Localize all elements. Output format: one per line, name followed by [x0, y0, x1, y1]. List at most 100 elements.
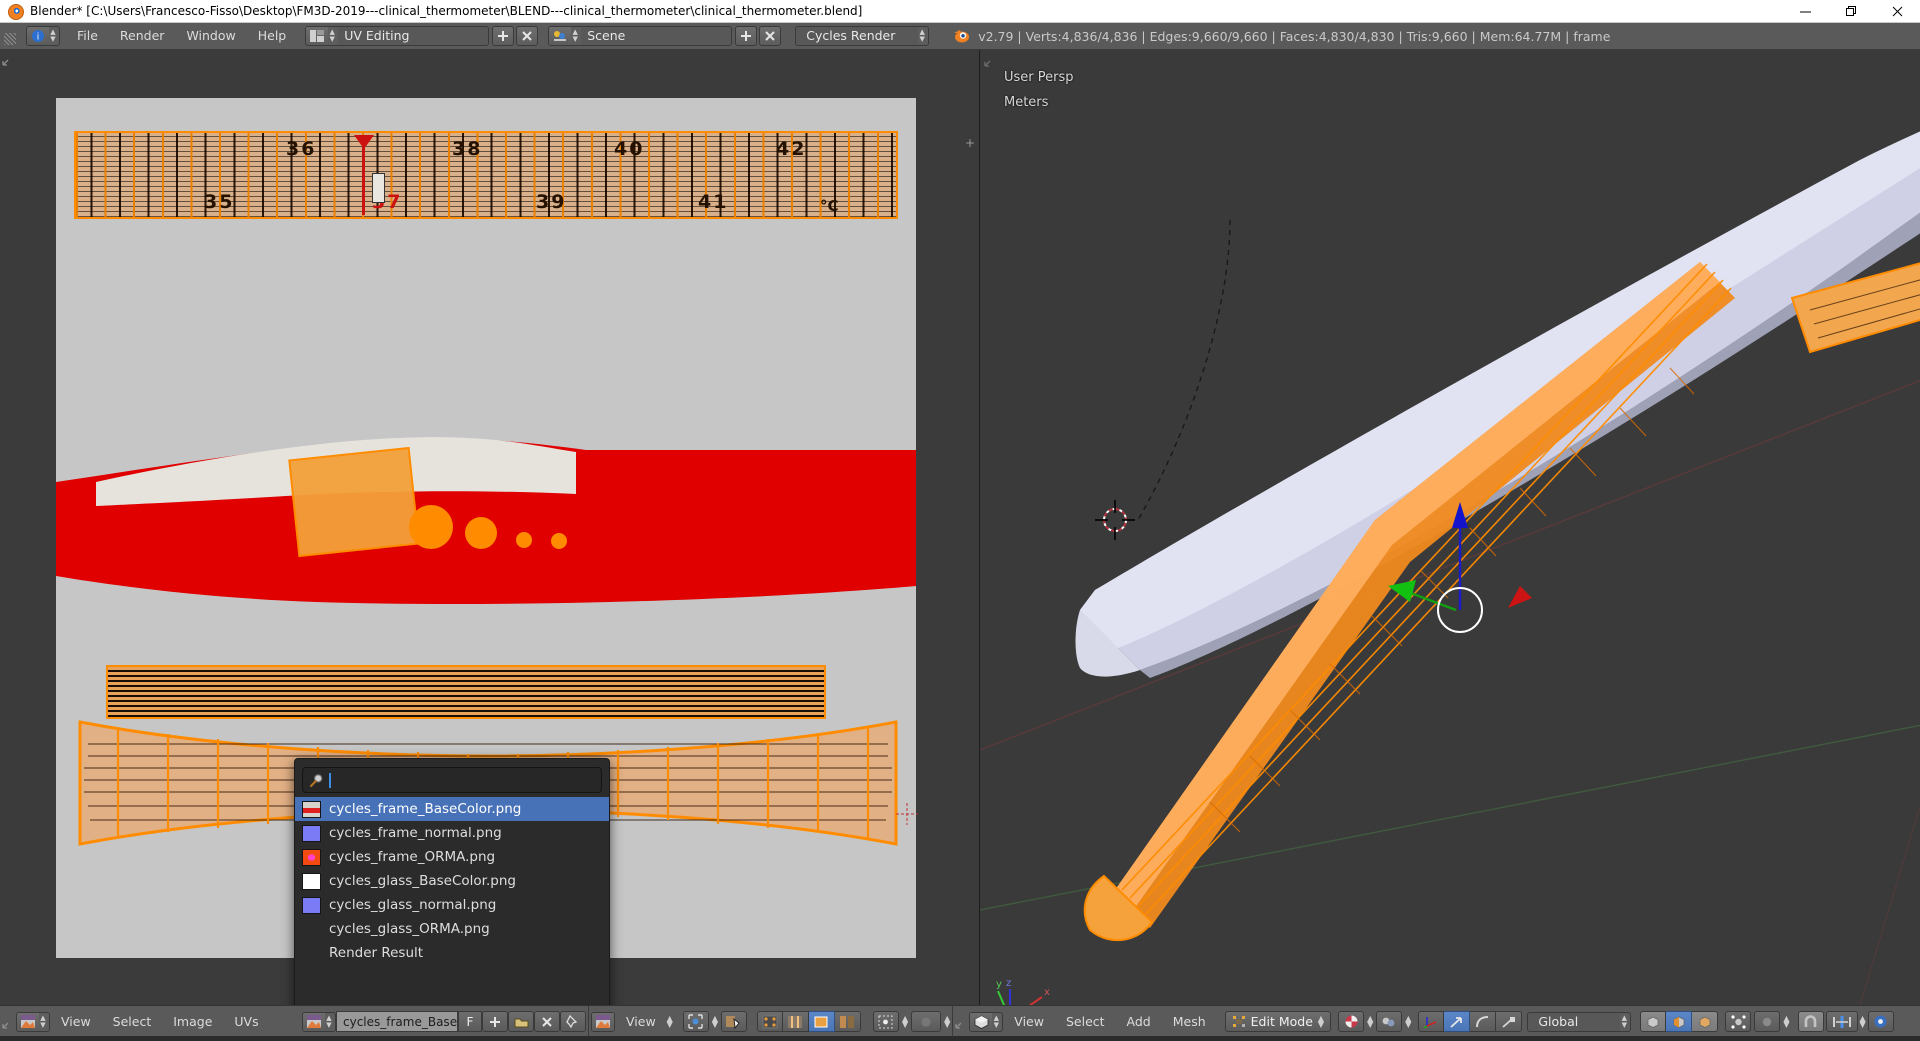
uv-menu-uvs[interactable]: UVs: [223, 1012, 269, 1032]
transform-orientation-selector[interactable]: Global ▲ ▼: [1527, 1011, 1632, 1032]
image-datablock-popup[interactable]: cycles_frame_BaseColor.png cycles_frame_…: [294, 758, 610, 1005]
chevron-updown-icon[interactable]: ▲ ▼: [1367, 1014, 1373, 1028]
search-input[interactable]: [302, 767, 602, 793]
pivot-point-button[interactable]: [682, 1011, 709, 1032]
uv-view-menu[interactable]: View: [615, 1012, 667, 1032]
close-button[interactable]: [1874, 0, 1920, 23]
new-image-button[interactable]: [482, 1011, 508, 1032]
add-screen-layout-button[interactable]: [492, 26, 515, 46]
editor-type-selector-uv[interactable]: ▲ ▼: [16, 1011, 50, 1032]
pin-image-button[interactable]: [560, 1011, 586, 1032]
menu-window[interactable]: Window: [175, 26, 246, 46]
list-item[interactable]: cycles_glass_BaseColor.png: [295, 869, 609, 893]
editor-type-selector-uv-2[interactable]: [591, 1011, 615, 1032]
chevron-updown-icon[interactable]: ▲ ▼: [1783, 1014, 1789, 1028]
screen-layout-name[interactable]: UV Editing: [338, 27, 489, 45]
header-corner-widget[interactable]: [2, 25, 24, 47]
snap-magnet-button[interactable]: [1797, 1011, 1824, 1032]
opengl-render-button[interactable]: [1867, 1011, 1894, 1032]
chevron-updown-icon[interactable]: ▲ ▼: [944, 1014, 950, 1028]
uv-header-corner[interactable]: [2, 1015, 16, 1029]
3d-viewport[interactable]: User Persp Meters (1) frame: [980, 50, 1920, 1005]
list-item[interactable]: cycles_frame_BaseColor.png: [295, 797, 609, 821]
view3d-menu-mesh[interactable]: Mesh: [1162, 1012, 1217, 1032]
list-item[interactable]: cycles_glass_ORMA.png: [295, 917, 609, 941]
menu-render[interactable]: Render: [109, 26, 176, 46]
editor-type-selector-view3d[interactable]: ▲ ▼: [969, 1011, 1004, 1032]
uv-menu-select[interactable]: Select: [102, 1012, 163, 1032]
chevron-updown-icon[interactable]: ▲ ▼: [1405, 1014, 1411, 1028]
search-icon: [303, 768, 329, 792]
uv-select-mode-face[interactable]: [808, 1011, 835, 1032]
chevron-updown-icon[interactable]: ▲ ▼: [667, 1014, 673, 1028]
uv-editor-scroll-plus[interactable]: +: [965, 136, 975, 150]
list-item[interactable]: cycles_frame_normal.png: [295, 821, 609, 845]
uv-sync-selection-button[interactable]: [720, 1011, 747, 1032]
proportional-edit-button-3d[interactable]: [1754, 1011, 1781, 1032]
screen-layout-icon: [306, 27, 329, 45]
list-item[interactable]: cycles_glass_normal.png: [295, 893, 609, 917]
image-name-field[interactable]: cycles_frame_Base...: [336, 1011, 469, 1032]
view3d-menu-add[interactable]: Add: [1116, 1012, 1162, 1032]
add-scene-button[interactable]: [735, 26, 758, 46]
face-select-mode-button[interactable]: [1692, 1011, 1719, 1032]
viewport-shading-button[interactable]: [1338, 1011, 1365, 1032]
scene-name[interactable]: Scene: [581, 27, 732, 45]
scale-number-bottom-0: 35: [204, 191, 235, 213]
snap-target-button[interactable]: [1825, 1011, 1858, 1032]
image-browse-button[interactable]: ▲ ▼: [302, 1011, 336, 1032]
uv-select-mode-edge[interactable]: [782, 1011, 809, 1032]
render-engine-selector[interactable]: Cycles Render ▲ ▼: [795, 26, 930, 46]
menu-file[interactable]: File: [66, 26, 109, 46]
text-caret: [329, 772, 331, 788]
unlink-image-button[interactable]: [534, 1011, 560, 1032]
uv-select-mode-island[interactable]: [834, 1011, 861, 1032]
uv-select-mode-vertex[interactable]: [756, 1011, 783, 1032]
scale-number-top-2: 40: [614, 138, 645, 160]
pivot-point-button-3d[interactable]: [1376, 1011, 1403, 1032]
uv-island-scale-strip[interactable]: 36 38 40 42 35 37 39 41 °C: [74, 131, 898, 219]
uv-editor-corner-widget[interactable]: [2, 52, 20, 70]
scene-selector[interactable]: ▲ ▼ Scene: [548, 26, 733, 46]
limit-selection-to-visible-button[interactable]: [1725, 1011, 1752, 1032]
render-engine-name[interactable]: Cycles Render: [796, 27, 919, 45]
delete-scene-button[interactable]: [759, 26, 782, 46]
vertex-select-mode-button[interactable]: [1640, 1011, 1667, 1032]
uv-menu-image[interactable]: Image: [162, 1012, 223, 1032]
uv-island-lower-strip[interactable]: [106, 665, 826, 719]
minimize-button[interactable]: [1782, 0, 1828, 23]
uv-image-editor[interactable]: + 36 38 40 42 35 37 39 41 °C cycles_fram…: [0, 50, 980, 1005]
rotate-manipulator-button[interactable]: [1470, 1011, 1497, 1032]
chevron-updown-icon[interactable]: ▲ ▼: [1860, 1014, 1866, 1028]
view3d-header-corner[interactable]: [955, 1015, 969, 1029]
interaction-mode-selector[interactable]: Edit Mode ▲ ▼: [1224, 1011, 1332, 1032]
edit-mode-icon: [1232, 1015, 1246, 1028]
scale-number-top-3: 42: [776, 138, 807, 160]
uv-menu-view[interactable]: View: [50, 1012, 102, 1032]
list-item[interactable]: cycles_frame_ORMA.png: [295, 845, 609, 869]
uv-proportional-edit-button[interactable]: [872, 1011, 899, 1032]
uv-sticky-selection-button[interactable]: [911, 1011, 942, 1032]
top-menu-bar: File Render Window Help: [66, 26, 297, 46]
list-item-label: Render Result: [329, 945, 424, 961]
transform-orientation-label[interactable]: Global: [1528, 1012, 1621, 1031]
uv-grid-columns: [76, 133, 896, 217]
view3d-header: ▲ ▼ View Select Add Mesh Edit Mode ▲ ▼ ▲ ▼ …: [953, 1006, 1895, 1037]
menu-help[interactable]: Help: [247, 26, 298, 46]
editor-type-selector-info[interactable]: i ▲ ▼: [26, 26, 60, 46]
open-image-button[interactable]: [508, 1011, 534, 1032]
chevron-updown-icon[interactable]: ▲ ▼: [902, 1014, 908, 1028]
view3d-menu-select[interactable]: Select: [1055, 1012, 1116, 1032]
view3d-menu-view[interactable]: View: [1003, 1012, 1055, 1032]
chevron-updown-icon[interactable]: ▲ ▼: [712, 1014, 718, 1028]
scale-manipulator-button[interactable]: [1496, 1011, 1523, 1032]
manipulator-toggle-button[interactable]: [1418, 1011, 1445, 1032]
translate-manipulator-button[interactable]: [1444, 1011, 1471, 1032]
maximize-restore-button[interactable]: [1828, 0, 1874, 23]
screen-layout-selector[interactable]: ▲ ▼ UV Editing: [305, 26, 490, 46]
fake-user-toggle[interactable]: F: [458, 1011, 482, 1032]
uv-editor-icon: [592, 1012, 614, 1031]
list-item[interactable]: Render Result: [295, 941, 609, 965]
delete-screen-layout-button[interactable]: [516, 26, 539, 46]
edge-select-mode-button[interactable]: [1666, 1011, 1693, 1032]
